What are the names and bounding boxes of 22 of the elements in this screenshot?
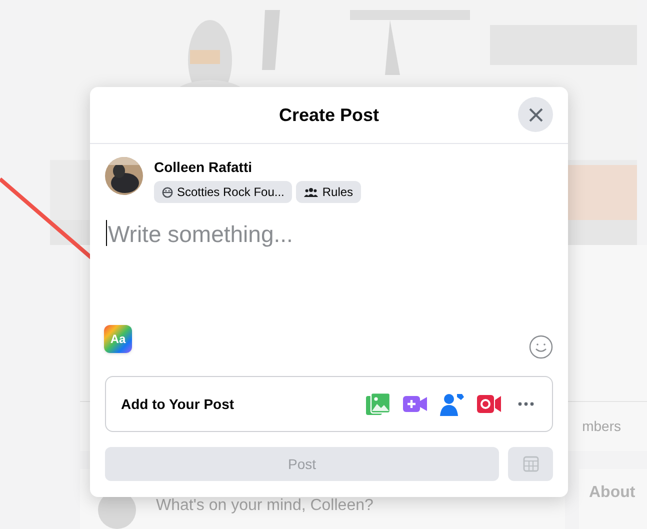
- composer-prompt[interactable]: What's on your mind, Colleen?: [156, 494, 374, 518]
- post-text-field[interactable]: Write something...: [106, 217, 552, 297]
- rules-chip[interactable]: Rules: [296, 181, 362, 203]
- person-tag-icon: [440, 392, 464, 416]
- smiley-globe-icon: [162, 186, 173, 198]
- camera-icon: [477, 395, 501, 413]
- about-title: About: [589, 484, 636, 501]
- close-icon: [528, 108, 542, 122]
- members-tab[interactable]: mbers: [582, 416, 621, 437]
- add-to-post-label: Add to Your Post: [121, 394, 234, 414]
- author-name: Colleen Rafatti: [154, 158, 254, 177]
- close-button[interactable]: [518, 97, 553, 132]
- emoji-icon: [529, 335, 553, 359]
- people-icon: [304, 187, 318, 197]
- video-camera-plus-icon: [403, 396, 427, 412]
- text-style-button[interactable]: Aa: [104, 325, 132, 353]
- dialog-title: Create Post: [278, 104, 380, 126]
- image-icon: [366, 393, 390, 415]
- audience-chip[interactable]: Scotties Rock Fou...: [154, 181, 292, 203]
- avatar: [105, 157, 143, 195]
- more-icon: [518, 402, 534, 406]
- calendar-icon: [522, 456, 538, 472]
